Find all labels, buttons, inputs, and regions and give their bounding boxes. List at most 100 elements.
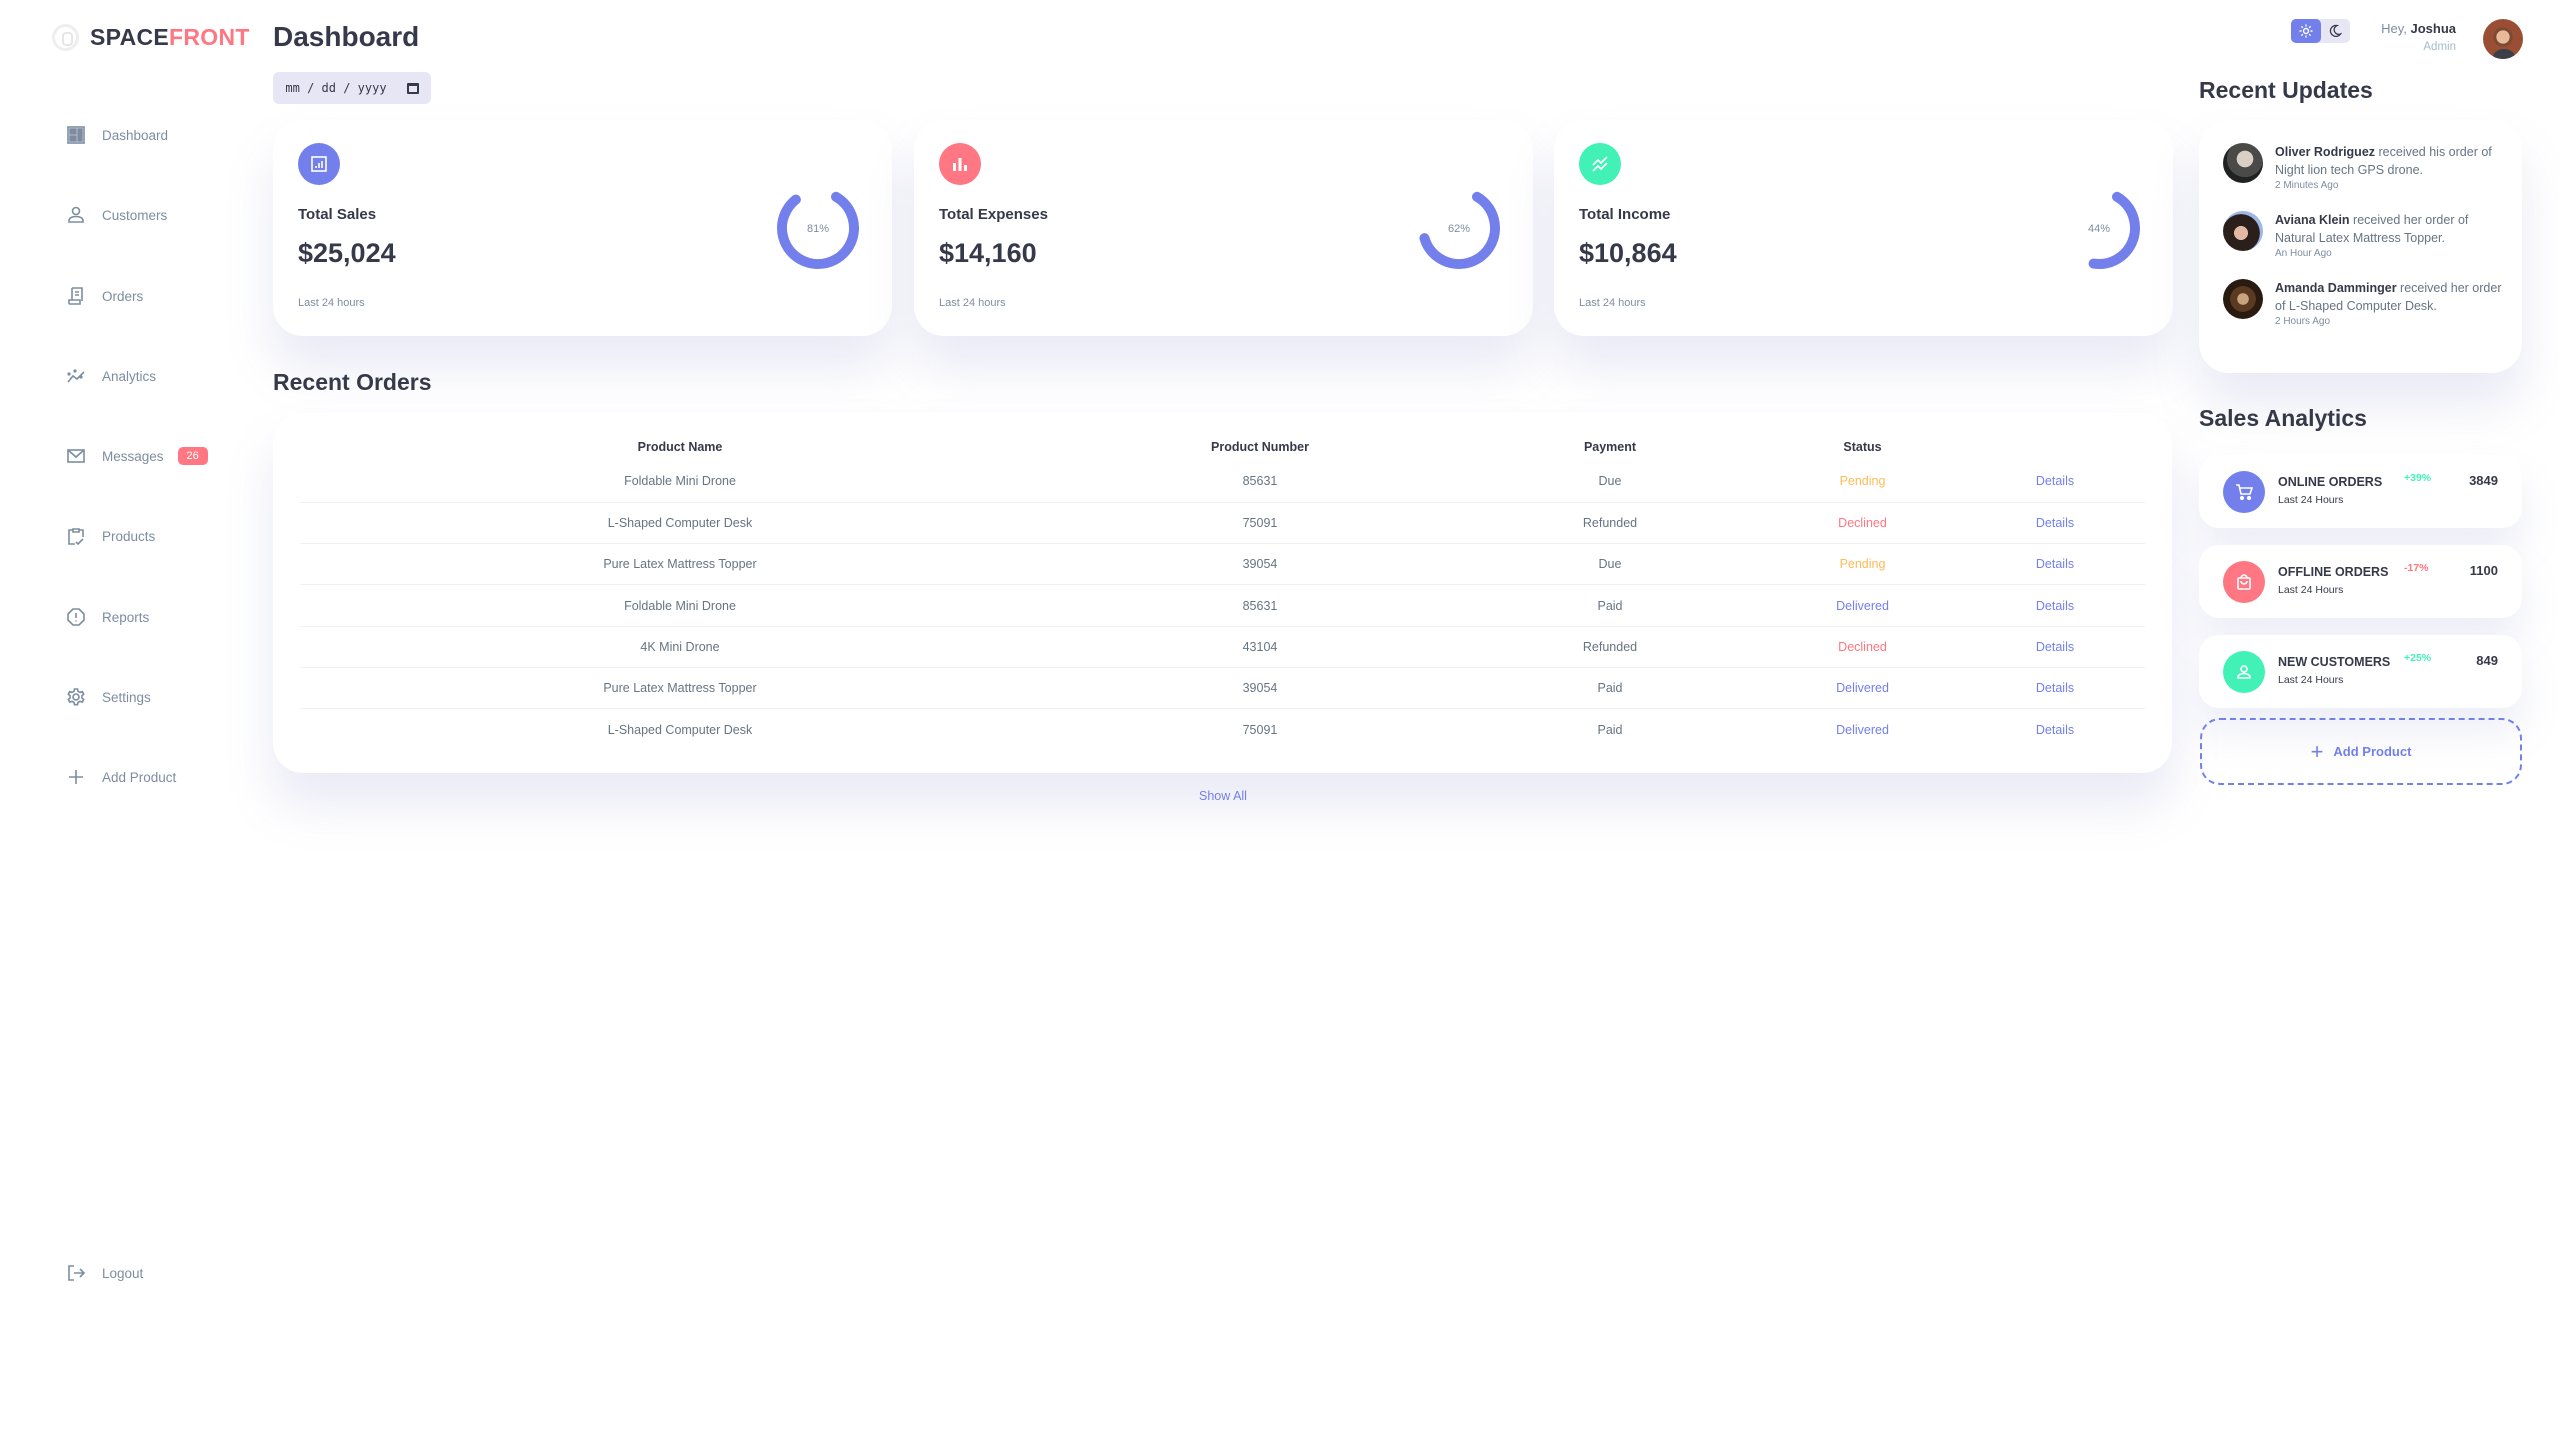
update-user-name: Oliver Rodriguez [2275, 145, 2376, 159]
product-name-cell: Pure Latex Mattress Topper [300, 667, 1060, 710]
date-input[interactable]: mm / dd / yyyy [273, 72, 431, 104]
mail-icon [67, 449, 85, 463]
add-icon: + [2310, 738, 2324, 764]
update-text: Aviana Klein received her order of Natur… [2275, 211, 2505, 247]
table-row: Pure Latex Mattress Topper 39054 Paid Deliv… [300, 667, 2145, 710]
product-name-cell: Foldable Mini Drone [300, 584, 1060, 627]
column-header-status: Status [1843, 440, 1882, 454]
sidebar-item-label: Messages [102, 448, 164, 464]
progress-percent: 81% [807, 223, 829, 235]
table-row: Pure Latex Mattress Topper 39054 Due Pendin… [300, 543, 2145, 586]
details-link[interactable]: Details [1965, 461, 2145, 503]
analytics-change: +39% [2404, 472, 2432, 484]
analytics-count: 849 [2476, 653, 2498, 668]
analytics-subtitle: Last 24 Hours [2278, 494, 2344, 506]
show-all-link[interactable]: Show All [1173, 789, 1273, 803]
add-product-button[interactable]: + Add Product [2200, 718, 2522, 785]
status-cell: Pending [1760, 461, 1965, 503]
product-number-cell: 39054 [1060, 543, 1460, 586]
analytics-name: NEW CUSTOMERS [2278, 655, 2391, 669]
table-row: L-Shaped Computer Desk 75091 Paid Delivered… [300, 709, 2145, 750]
table-header-row: Product Name Product Number Payment Stat… [300, 433, 2145, 461]
logout-button[interactable]: Logout [66, 1258, 143, 1288]
sidebar-item-analytics[interactable]: Analytics [66, 361, 156, 391]
sidebar-item-products[interactable]: Products [66, 521, 155, 551]
analytics-change: -17% [2404, 562, 2429, 574]
payment-cell: Refunded [1460, 502, 1760, 545]
column-header-product-name: Product Name [637, 440, 723, 454]
analytics-name: ONLINE ORDERS [2278, 475, 2383, 489]
card-subtitle: Last 24 hours [298, 297, 365, 309]
details-link[interactable]: Details [1965, 584, 2145, 627]
sidebar-item-settings[interactable]: Settings [66, 682, 151, 712]
logout-label: Logout [102, 1265, 144, 1281]
insights-icon [67, 369, 85, 383]
sidebar-item-label: Analytics [102, 368, 157, 384]
greeting-prefix: Hey, [2381, 21, 2407, 36]
light-mode-button[interactable] [2291, 19, 2321, 43]
receipt-icon [68, 287, 83, 305]
messages-count-badge: 26 [177, 447, 208, 465]
table-row: L-Shaped Computer Desk 75091 Refunded Decli… [300, 502, 2145, 545]
user-role: Admin [2423, 41, 2456, 53]
sidebar-item-messages[interactable]: Messages 26 [66, 441, 208, 471]
logo-icon [52, 24, 79, 51]
stacked-line-chart-icon [1579, 143, 1621, 185]
card-total-sales: Total Sales $25,024 Last 24 hours 81% [273, 120, 892, 336]
update-time: An Hour Ago [2275, 248, 2332, 259]
dark-mode-button[interactable] [2321, 19, 2351, 43]
update-user-name: Amanda Damminger [2275, 281, 2397, 295]
update-text: Amanda Damminger received her order of L… [2275, 279, 2505, 315]
report-icon [67, 608, 85, 626]
payment-cell: Paid [1460, 584, 1760, 627]
person-icon [68, 206, 84, 223]
sidebar-item-label: Dashboard [102, 127, 169, 143]
brand-part1: SPACE [90, 24, 170, 50]
sidebar-item-reports[interactable]: Reports [66, 602, 149, 632]
sidebar-item-add-product[interactable]: Add Product [66, 762, 176, 792]
recent-orders-table: Product Name Product Number Payment Stat… [300, 433, 2145, 750]
theme-toggle[interactable] [2291, 19, 2350, 43]
details-link[interactable]: Details [1965, 543, 2145, 586]
update-user-name: Aviana Klein [2275, 213, 2350, 227]
sidebar-item-orders[interactable]: Orders [66, 281, 143, 311]
brand-logo[interactable]: SPACEFRONT [90, 24, 250, 51]
status-cell: Delivered [1760, 667, 1965, 710]
progress-percent: 44% [2088, 223, 2110, 235]
details-link[interactable]: Details [1965, 626, 2145, 668]
status-cell: Pending [1760, 543, 1965, 586]
details-link[interactable]: Details [1965, 709, 2145, 750]
card-title: Total Expenses [939, 206, 1048, 223]
column-header-actions [1965, 433, 2145, 461]
product-name-cell: 4K Mini Drone [300, 626, 1060, 668]
analytics-count: 1100 [2469, 563, 2498, 578]
user-name: Joshua [2410, 21, 2456, 36]
calendar-icon[interactable] [406, 82, 419, 94]
details-link[interactable]: Details [1965, 502, 2145, 545]
sidebar-item-label: Settings [102, 689, 151, 705]
table-row: Foldable Mini Drone 85631 Paid Delivered Det… [300, 584, 2145, 627]
sun-icon [2299, 24, 2313, 38]
add-product-label: Add Product [2333, 744, 2412, 759]
table-row: Foldable Mini Drone 85631 Due Pending Detail… [300, 461, 2145, 503]
update-avatar [2223, 211, 2263, 251]
update-item: Amanda Damminger received her order of L… [2223, 279, 2505, 329]
profile-avatar[interactable] [2483, 19, 2523, 59]
analytics-change: +25% [2404, 652, 2432, 664]
product-number-cell: 43104 [1060, 626, 1460, 668]
local-mall-icon [2223, 561, 2265, 603]
product-name-cell: L-Shaped Computer Desk [300, 502, 1060, 545]
sidebar-item-customers[interactable]: Customers [66, 200, 167, 230]
add-icon [69, 770, 83, 784]
update-time: 2 Minutes Ago [2275, 180, 2339, 191]
details-link[interactable]: Details [1965, 667, 2145, 710]
analytics-subtitle: Last 24 Hours [2278, 674, 2344, 686]
sidebar-item-dashboard[interactable]: Dashboard [66, 120, 168, 150]
product-name-cell: Foldable Mini Drone [300, 461, 1060, 503]
status-cell: Declined [1760, 626, 1965, 668]
date-placeholder: mm / dd / yyyy [285, 81, 387, 95]
analytics-icon [298, 143, 340, 185]
update-text: Oliver Rodriguez received his order of N… [2275, 143, 2505, 179]
table-row: 4K Mini Drone 43104 Refunded Declined Detail… [300, 626, 2145, 668]
analytics-count: 3849 [2469, 473, 2498, 488]
